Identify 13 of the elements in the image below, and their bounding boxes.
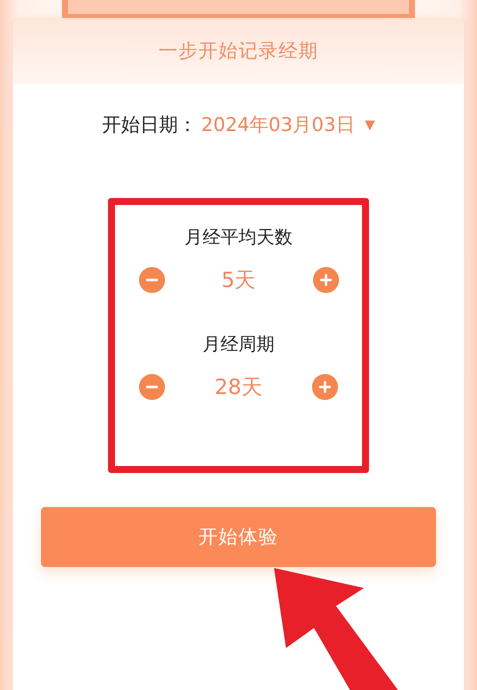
caret-icon[interactable]: ▼ bbox=[364, 118, 375, 132]
stepper-label: 月经周期 bbox=[202, 333, 274, 356]
card-title: 一步开始记录经期 bbox=[158, 39, 318, 64]
stepper-label: 月经平均天数 bbox=[184, 226, 292, 249]
date-value[interactable]: 2024年03月03日 bbox=[201, 112, 355, 138]
minus-button[interactable] bbox=[138, 267, 164, 293]
date-label: 开始日期： bbox=[102, 113, 198, 138]
stepper-value: 5天 bbox=[221, 267, 256, 294]
start-button[interactable]: 开始体验 bbox=[41, 507, 436, 567]
minus-button[interactable] bbox=[138, 374, 164, 400]
plus-button[interactable] bbox=[312, 267, 338, 293]
plus-button[interactable] bbox=[312, 374, 338, 400]
stepper-value: 28天 bbox=[214, 374, 262, 401]
